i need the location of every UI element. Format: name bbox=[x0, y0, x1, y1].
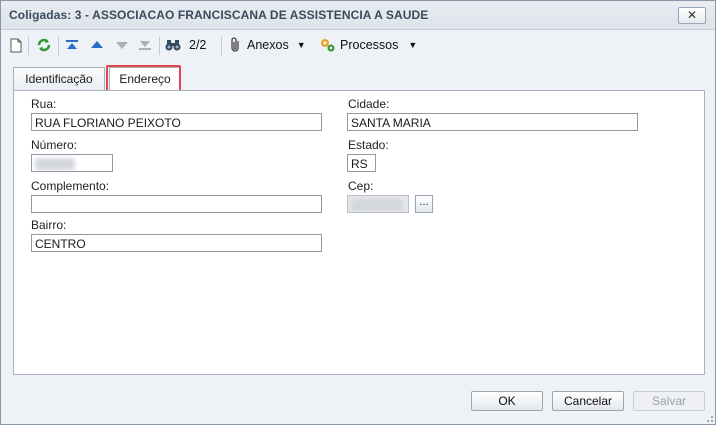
ok-button[interactable]: OK bbox=[471, 391, 543, 411]
tab-identificacao[interactable]: Identificação bbox=[13, 67, 105, 90]
rua-field[interactable]: RUA FLORIANO PEIXOTO bbox=[31, 113, 322, 131]
find-button[interactable] bbox=[165, 36, 181, 54]
toolbar-separator bbox=[221, 37, 222, 55]
next-record-button[interactable] bbox=[115, 36, 129, 54]
title-bar: Coligadas: 3 - ASSOCIACAO FRANCISCANA DE… bbox=[1, 1, 715, 30]
refresh-button[interactable] bbox=[36, 36, 52, 54]
numero-label: Número: bbox=[31, 138, 78, 152]
new-document-icon bbox=[10, 38, 22, 52]
save-button: Salvar bbox=[633, 391, 705, 411]
processos-label: Processos bbox=[340, 38, 399, 52]
dialog-window: Coligadas: 3 - ASSOCIACAO FRANCISCANA DE… bbox=[0, 0, 716, 425]
record-position: 2/2 bbox=[189, 38, 207, 52]
cep-field bbox=[347, 195, 409, 213]
window-title: Coligadas: 3 - ASSOCIACAO FRANCISCANA DE… bbox=[9, 8, 429, 22]
cep-lookup-button[interactable]: ... bbox=[415, 195, 433, 213]
tab-highlight-outline bbox=[106, 65, 181, 92]
toolbar-separator bbox=[58, 37, 59, 55]
numero-field[interactable] bbox=[31, 154, 113, 172]
estado-field[interactable]: RS bbox=[347, 154, 376, 172]
binoculars-icon bbox=[165, 40, 181, 51]
estado-label: Estado: bbox=[348, 138, 389, 152]
first-record-button[interactable] bbox=[65, 36, 79, 54]
toolbar-separator bbox=[28, 37, 29, 55]
cidade-field[interactable]: SANTA MARIA bbox=[347, 113, 638, 131]
last-record-icon bbox=[139, 41, 151, 50]
address-panel: Rua: RUA FLORIANO PEIXOTO Número: Comple… bbox=[13, 90, 705, 375]
gears-icon bbox=[321, 39, 335, 52]
complemento-label: Complemento: bbox=[31, 179, 110, 193]
new-record-button[interactable] bbox=[10, 36, 22, 54]
redacted-value bbox=[351, 199, 403, 211]
redacted-value bbox=[35, 158, 75, 170]
toolbar-separator bbox=[159, 37, 160, 55]
cep-label: Cep: bbox=[348, 179, 374, 193]
previous-arrow-icon bbox=[91, 41, 103, 48]
chevron-down-icon: ▼ bbox=[408, 40, 418, 50]
last-record-button[interactable] bbox=[138, 36, 152, 54]
chevron-down-icon: ▼ bbox=[296, 40, 306, 50]
first-record-icon bbox=[66, 40, 78, 49]
complemento-field[interactable] bbox=[31, 195, 322, 213]
paperclip-icon bbox=[231, 37, 239, 52]
rua-label: Rua: bbox=[31, 97, 57, 111]
next-arrow-icon bbox=[116, 42, 128, 49]
close-button[interactable]: ✕ bbox=[678, 7, 706, 24]
previous-record-button[interactable] bbox=[90, 36, 104, 54]
cancel-button[interactable]: Cancelar bbox=[552, 391, 624, 411]
refresh-icon bbox=[37, 38, 51, 52]
resize-grip[interactable] bbox=[703, 412, 713, 422]
anexos-label: Anexos bbox=[247, 38, 289, 52]
bairro-label: Bairro: bbox=[31, 218, 67, 232]
toolbar: 2/2 Anexos ▼ Processos ▼ bbox=[1, 30, 715, 60]
cidade-label: Cidade: bbox=[348, 97, 390, 111]
processos-menu[interactable]: Processos ▼ bbox=[319, 36, 417, 54]
bairro-field[interactable]: CENTRO bbox=[31, 234, 322, 252]
anexos-menu[interactable]: Anexos ▼ bbox=[229, 36, 306, 54]
